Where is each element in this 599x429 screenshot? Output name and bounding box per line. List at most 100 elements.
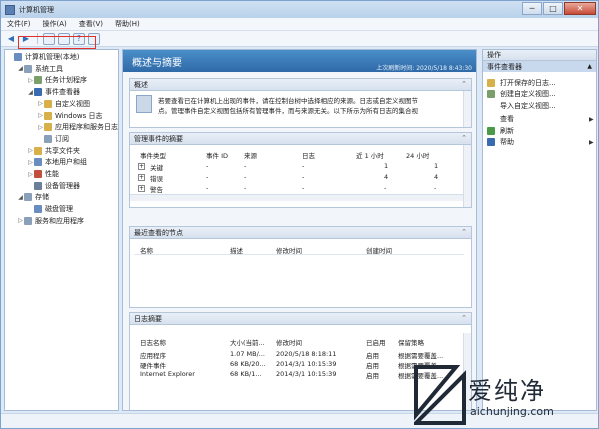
expand-arrow-icon[interactable]: ▷ (27, 77, 34, 84)
overview-header[interactable]: 概述 ⌃ (130, 79, 471, 91)
collapse-icon[interactable]: ⌃ (461, 314, 467, 322)
tree-item[interactable]: ▷ 应用程序和服务日志 (37, 122, 118, 132)
action-item[interactable]: 创建自定义视图... (487, 89, 556, 100)
collapse-icon[interactable]: ▲ (587, 63, 592, 70)
summary-row-type: 关键 (150, 164, 163, 172)
action-item[interactable]: 帮助 ▶ (487, 137, 594, 148)
summary-cell: - (302, 162, 305, 170)
minimize-button[interactable]: ─ (522, 2, 542, 15)
expand-arrow-icon[interactable]: ◢ (27, 89, 34, 96)
summary-h-scrollbar[interactable] (130, 194, 463, 201)
action-item[interactable]: 导入自定义视图... (487, 100, 556, 111)
action-item[interactable]: 刷新 (487, 125, 514, 136)
collapse-icon[interactable]: ⌃ (461, 134, 467, 142)
summary-v-scrollbar[interactable] (463, 145, 471, 207)
menu-view[interactable]: 查看(V) (79, 19, 103, 29)
log-cell: 68 KB/20... (230, 360, 266, 368)
expand-arrow-icon[interactable]: ▷ (27, 159, 34, 166)
menu-file[interactable]: 文件(F) (7, 19, 31, 29)
summary-row-type: 警告 (150, 186, 163, 194)
log-cell: 启用 (366, 372, 379, 380)
console-tree: 计算机管理(本地) ◢ 系统工具 ▷ 任务计划程序 ◢ 事件查看器 ▷ 自定义视图 ▷ Window… (4, 49, 119, 411)
expand-arrow-icon[interactable]: ▷ (27, 147, 34, 154)
log-summary-header[interactable]: 日志摘要 ⌃ (130, 313, 471, 325)
expand-arrow-icon[interactable]: ▷ (27, 171, 34, 178)
expand-arrow-icon[interactable]: ▷ (37, 124, 44, 131)
summary-cell: - (384, 184, 387, 192)
action-label: 创建自定义视图... (500, 90, 556, 98)
tree-node-icon (24, 193, 32, 202)
col-log-modified[interactable]: 修改时间 (276, 337, 302, 347)
menu-action[interactable]: 操作(A) (43, 19, 67, 29)
action-label: 刷新 (500, 126, 514, 135)
tree-item-label: 设备管理器 (45, 181, 80, 190)
collapse-icon[interactable]: ⌃ (461, 80, 467, 88)
tree-node-icon (34, 88, 42, 97)
summary-cell: 4 (434, 173, 439, 181)
expand-arrow-icon[interactable]: ◢ (17, 65, 24, 72)
collapse-icon[interactable]: ⌃ (461, 228, 467, 236)
actions-subheader[interactable]: 事件查看器 ▲ (483, 61, 596, 72)
expand-arrow-icon[interactable]: ▷ (17, 217, 24, 224)
summary-header[interactable]: 管理事件的摘要 ⌃ (130, 133, 471, 145)
overview-scrollbar[interactable] (463, 91, 471, 127)
expand-arrow-icon[interactable]: ▷ (37, 112, 44, 119)
tree-item[interactable]: ◢ 事件查看器 (27, 87, 80, 97)
submenu-arrow-icon: ▶ (589, 138, 594, 146)
tree-item[interactable]: ▷ 任务计划程序 (27, 75, 87, 85)
tree-node-icon (44, 134, 52, 143)
tree-item[interactable]: ▷ 自定义视图 (37, 99, 90, 109)
tree-item-label: 事件查看器 (45, 88, 80, 97)
tree-item[interactable]: 设备管理器 (27, 181, 80, 191)
col-size[interactable]: 大小(当前... (230, 337, 265, 347)
close-button[interactable]: ✕ (564, 2, 596, 15)
summary-cell: - (434, 184, 437, 192)
tree-item-label: 应用程序和服务日志 (55, 123, 118, 132)
col-log-name[interactable]: 日志名称 (140, 337, 166, 347)
tree-item[interactable]: ▷ Windows 日志 (37, 111, 102, 121)
log-cell: 启用 (366, 362, 379, 370)
summary-cell: - (206, 162, 209, 170)
action-label: 查看 (500, 115, 514, 123)
tree-node-icon (34, 158, 42, 167)
col-enabled[interactable]: 已启用 (366, 337, 386, 347)
log-cell: 1.07 MB/... (230, 350, 265, 358)
summary-row-type: 错误 (150, 175, 163, 183)
col-log[interactable]: 日志 (302, 150, 315, 160)
back-icon[interactable]: ◀ (5, 33, 17, 45)
expand-plus-icon[interactable]: + (138, 163, 145, 170)
expand-plus-icon[interactable]: + (138, 174, 145, 181)
tree-item[interactable]: ◢ 存储 (17, 192, 49, 202)
tree-item[interactable]: 订阅 (37, 134, 69, 144)
submenu-arrow-icon: ▶ (589, 115, 594, 123)
col-retention[interactable]: 保留策略 (398, 337, 424, 347)
menu-help[interactable]: 帮助(H) (115, 19, 140, 29)
recent-nodes-section: 最近查看的节点 ⌃ 名称 描述 修改时间 创建时间 (129, 226, 472, 308)
summary-section: 管理事件的摘要 ⌃ 事件类型 事件 ID 来源 日志 近 1 小时 24 小时 关… (129, 132, 472, 208)
action-item[interactable]: 查看 ▶ (487, 114, 594, 125)
col-event-id[interactable]: 事件 ID (206, 150, 228, 160)
expand-plus-icon[interactable]: + (138, 185, 145, 192)
tree-item[interactable]: 磁盘管理 (27, 204, 73, 214)
tree-item[interactable]: ▷ 本地用户和组 (27, 157, 87, 167)
tree-item[interactable]: ▷ 服务和应用程序 (17, 216, 84, 226)
recent-nodes-header[interactable]: 最近查看的节点 ⌃ (130, 227, 471, 239)
col-last-hour[interactable]: 近 1 小时 (356, 150, 384, 160)
maximize-button[interactable]: □ (543, 2, 563, 15)
col-24-hours[interactable]: 24 小时 (406, 150, 429, 160)
tree-item-label: 订阅 (55, 134, 69, 143)
tree-item[interactable]: ▷ 性能 (27, 169, 59, 179)
action-item[interactable]: 打开保存的日志... (487, 77, 556, 88)
expand-arrow-icon[interactable]: ▷ (37, 100, 44, 107)
action-icon (487, 126, 495, 135)
summary-cell: - (302, 184, 305, 192)
tree-item[interactable]: ▷ 共享文件夹 (27, 146, 80, 156)
tree-item[interactable]: ◢ 系统工具 (17, 64, 63, 74)
expand-arrow-icon[interactable]: ◢ (17, 194, 24, 201)
tree-item[interactable]: 计算机管理(本地) (7, 52, 79, 62)
tree-item-label: 服务和应用程序 (35, 216, 84, 225)
col-event-type[interactable]: 事件类型 (140, 150, 166, 160)
menu-bar: 文件(F) 操作(A) 查看(V) 帮助(H) (1, 18, 598, 31)
col-source[interactable]: 来源 (244, 150, 257, 160)
tree-node-icon (14, 53, 22, 61)
